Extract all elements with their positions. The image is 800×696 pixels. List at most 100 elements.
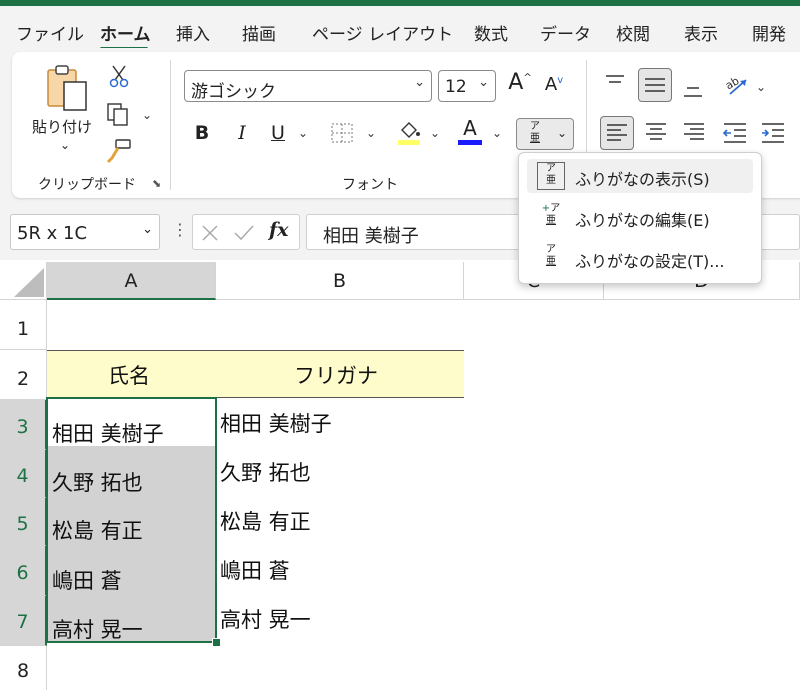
middle-align-button[interactable]: [638, 68, 672, 102]
grow-font-icon: A: [508, 70, 524, 95]
furigana-cell[interactable]: 高村 晃一: [220, 604, 311, 634]
menu-item-phonetic-settings[interactable]: ア亜 ふりがなの設定(T)...: [527, 241, 753, 275]
tab-review[interactable]: 校閲: [616, 20, 650, 45]
top-align-button[interactable]: [604, 72, 626, 94]
font-name-value: 游ゴシック: [191, 82, 276, 102]
fill-color-chevron-icon[interactable]: ⌄: [430, 126, 440, 140]
font-color-chevron-icon[interactable]: ⌄: [492, 126, 502, 140]
more-options-icon[interactable]: ⋮: [172, 220, 188, 239]
name-box-chevron-icon[interactable]: ⌄: [142, 222, 153, 237]
tab-page-layout[interactable]: ページ レイアウト: [312, 20, 453, 45]
header-furigana-cell[interactable]: フリガナ: [294, 360, 378, 390]
shrink-font-icon: A: [544, 74, 558, 95]
align-center-button[interactable]: [644, 120, 668, 146]
font-group-label: フォント: [342, 177, 398, 193]
underline-chevron-icon[interactable]: ⌄: [298, 126, 308, 140]
column-header-a[interactable]: A: [47, 262, 216, 300]
tab-home[interactable]: ホーム: [100, 20, 151, 45]
insert-function-icon[interactable]: fx: [269, 219, 289, 241]
copy-chevron-icon[interactable]: ⌄: [142, 108, 152, 122]
menu-item-phonetic-show[interactable]: ア亜 ふりがなの表示(S): [527, 159, 753, 193]
bottom-align-button[interactable]: [682, 74, 704, 100]
menu-item-phonetic-edit[interactable]: +ア亜 ふりがなの編集(E): [527, 200, 753, 234]
clipboard-group-label: クリップボード: [38, 177, 136, 193]
paste-label[interactable]: 貼り付け: [32, 116, 92, 137]
borders-icon: [331, 123, 353, 143]
row-header-5[interactable]: 5: [0, 498, 47, 546]
format-painter-button[interactable]: [106, 138, 132, 164]
formula-content: 相田 美樹子: [323, 226, 419, 247]
header-name-cell[interactable]: 氏名: [108, 360, 150, 390]
tab-file[interactable]: ファイル: [16, 20, 84, 45]
italic-button[interactable]: I: [232, 122, 252, 144]
column-header-b[interactable]: B: [216, 262, 464, 300]
row-header-7[interactable]: 7: [0, 596, 47, 646]
font-color-button[interactable]: A: [458, 116, 482, 148]
ribbon-tab-bar: ファイル ホーム 挿入 描画 ページ レイアウト 数式 データ 校閲 表示 開発: [0, 6, 800, 50]
name-box[interactable]: 5R x 1C ⌄: [10, 214, 160, 250]
row-header-3[interactable]: 3: [0, 400, 47, 450]
shrink-font-button[interactable]: Av: [540, 74, 568, 95]
row-header-2[interactable]: 2: [0, 350, 47, 400]
furigana-cell[interactable]: 相田 美樹子: [220, 408, 332, 438]
furigana-cell[interactable]: 松島 有正: [220, 506, 311, 536]
copy-button[interactable]: [106, 102, 132, 128]
furigana-cell[interactable]: 久野 拓也: [220, 457, 311, 487]
phonetic-guide-button[interactable]: ア 亜 ⌄: [516, 118, 574, 150]
align-middle-icon: [645, 78, 665, 92]
font-name-select[interactable]: 游ゴシック ⌄: [184, 70, 432, 102]
phonetic-settings-icon: ア亜: [546, 244, 556, 267]
name-cell[interactable]: 高村 晃一: [52, 614, 143, 644]
phonetic-edit-icon: +ア亜: [541, 203, 561, 226]
row-header-8[interactable]: 8: [0, 646, 47, 690]
menu-item-label: ふりがなの編集(E): [575, 211, 710, 230]
grow-font-button[interactable]: A^: [506, 70, 534, 95]
format-painter-icon: [106, 139, 131, 164]
select-all-corner[interactable]: [0, 262, 47, 300]
select-all-icon: [14, 268, 44, 297]
tab-insert[interactable]: 挿入: [176, 20, 210, 45]
copy-icon: [107, 103, 128, 126]
font-color-icon: A: [463, 116, 477, 140]
tab-draw[interactable]: 描画: [242, 20, 276, 45]
name-cell[interactable]: 相田 美樹子: [52, 418, 164, 448]
paste-button[interactable]: [40, 64, 90, 114]
row-header-1[interactable]: 1: [0, 300, 47, 350]
borders-chevron-icon[interactable]: ⌄: [366, 126, 376, 140]
fill-color-button[interactable]: [396, 118, 422, 146]
phonetic-chevron-icon: ⌄: [556, 126, 567, 140]
phonetic-guide-menu: ア亜 ふりがなの表示(S) +ア亜 ふりがなの編集(E) ア亜 ふりがなの設定(…: [518, 152, 762, 284]
align-bottom-icon: [684, 87, 702, 97]
orientation-chevron-icon[interactable]: ⌄: [756, 80, 766, 94]
font-size-chevron-icon: ⌄: [478, 75, 489, 90]
decrease-indent-button[interactable]: [722, 120, 748, 146]
tab-developer[interactable]: 開発: [752, 20, 786, 45]
tab-formulas[interactable]: 数式: [474, 20, 508, 45]
bold-button[interactable]: B: [192, 122, 212, 144]
fill-handle[interactable]: [212, 638, 221, 647]
furigana-cell[interactable]: 嶋田 蒼: [220, 555, 290, 585]
underline-button[interactable]: U: [268, 122, 288, 144]
orientation-button[interactable]: ab: [723, 72, 750, 98]
tab-data[interactable]: データ: [540, 20, 591, 45]
align-right-button[interactable]: [682, 120, 706, 146]
name-cell[interactable]: 久野 拓也: [52, 467, 143, 497]
clipboard-launcher-icon[interactable]: ⬊: [152, 177, 161, 190]
cut-button[interactable]: [108, 64, 130, 88]
align-left-icon: [607, 124, 627, 141]
font-size-select[interactable]: 12 ⌄: [438, 70, 496, 102]
row-header-4[interactable]: 4: [0, 450, 47, 498]
borders-button[interactable]: [330, 122, 354, 144]
enter-check-icon[interactable]: [233, 224, 255, 242]
increase-indent-button[interactable]: [760, 120, 786, 146]
paste-chevron-icon[interactable]: ⌄: [60, 138, 70, 152]
align-top-icon: [606, 75, 624, 83]
row-header-6[interactable]: 6: [0, 546, 47, 596]
name-cell[interactable]: 松島 有正: [52, 515, 143, 545]
align-left-button[interactable]: [600, 116, 634, 150]
tab-view[interactable]: 表示: [684, 20, 718, 45]
paste-icon: [47, 65, 87, 111]
align-right-icon: [684, 123, 704, 140]
cancel-icon[interactable]: [201, 224, 219, 242]
name-cell[interactable]: 嶋田 蒼: [52, 565, 122, 595]
